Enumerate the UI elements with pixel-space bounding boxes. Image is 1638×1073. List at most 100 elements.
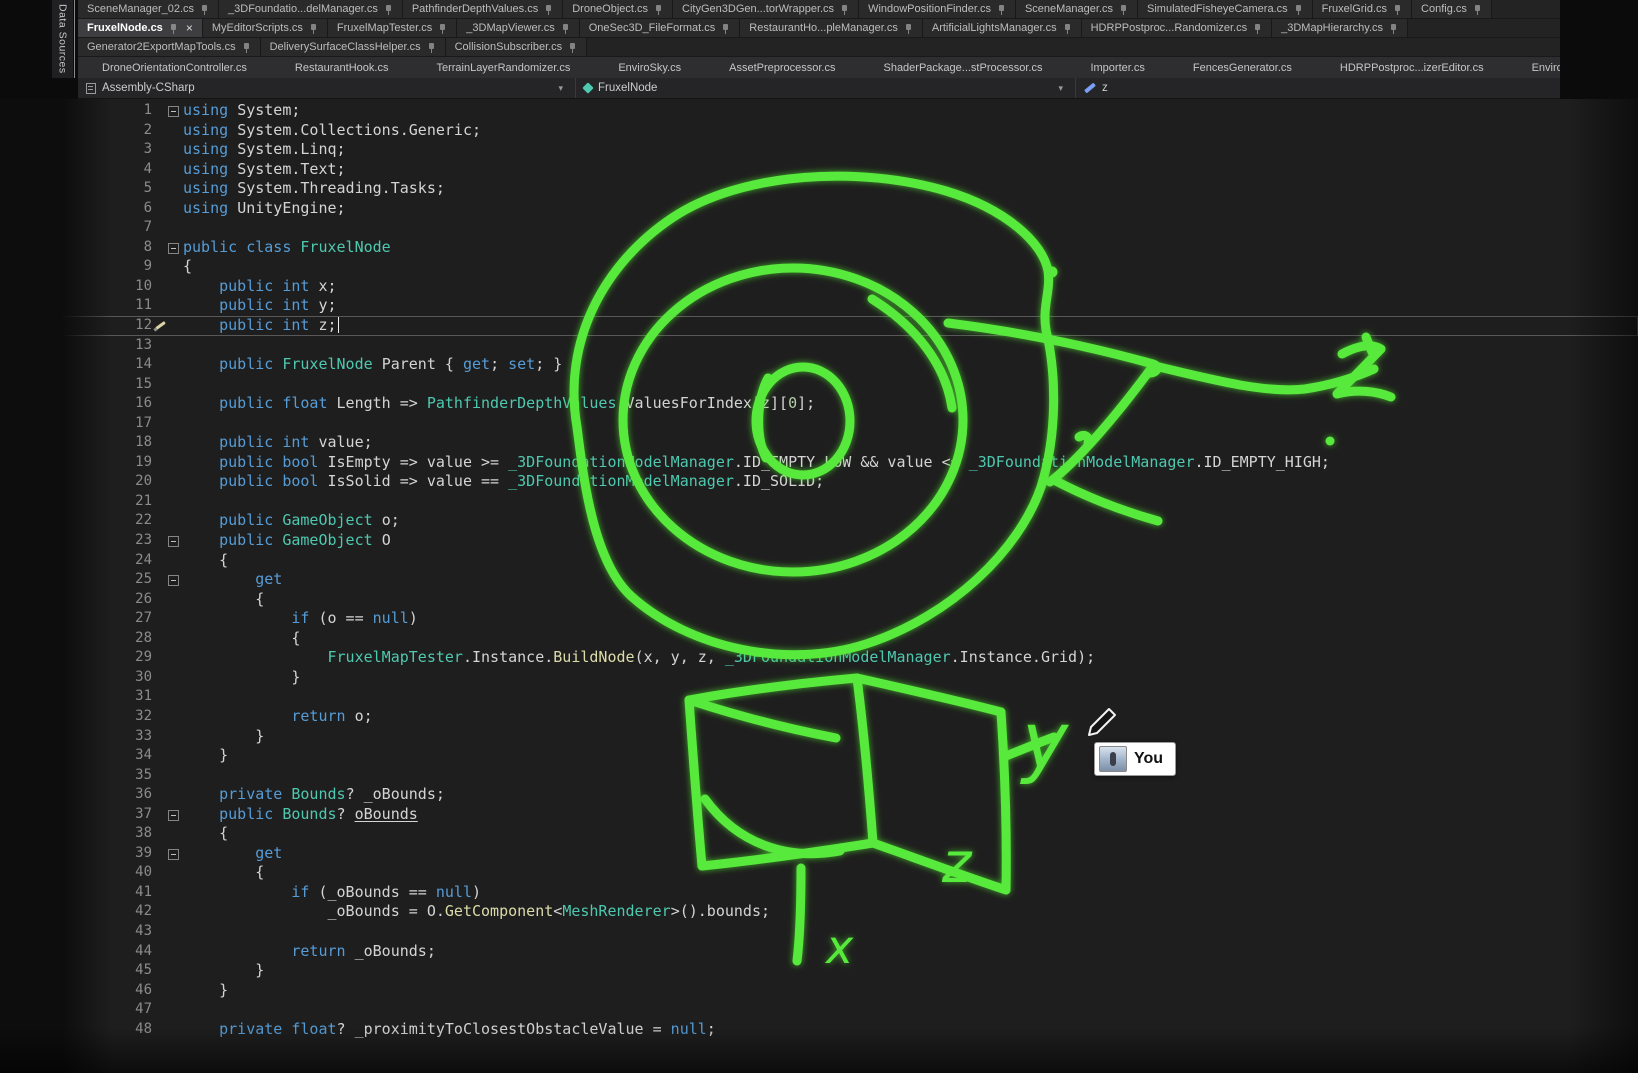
pin-icon[interactable] <box>1063 23 1072 34</box>
editor-tab[interactable]: EnviroSky.cs <box>594 57 705 78</box>
pin-icon[interactable] <box>997 4 1006 15</box>
code-editor[interactable]: 1using System;2using System.Collections.… <box>0 99 1638 1073</box>
editor-tab[interactable]: RestaurantHo...pleManager.cs <box>740 19 923 37</box>
editor-tab[interactable]: SceneManager.cs <box>1016 0 1138 18</box>
code-line[interactable]: 6using UnityEngine; <box>0 199 1638 219</box>
code-line[interactable]: 18 public int value; <box>0 433 1638 453</box>
code-line[interactable]: 7 <box>0 218 1638 238</box>
code-line[interactable]: 17 <box>0 414 1638 434</box>
code-line[interactable]: 23 public GameObject O <box>0 531 1638 551</box>
code-line[interactable]: 31 <box>0 687 1638 707</box>
editor-tab[interactable]: SceneManager_02.cs <box>78 0 219 18</box>
collapse-icon[interactable] <box>168 106 179 117</box>
code-line[interactable]: 9{ <box>0 257 1638 277</box>
pin-icon[interactable] <box>169 23 178 34</box>
pin-icon[interactable] <box>1389 23 1398 34</box>
pin-icon[interactable] <box>384 4 393 15</box>
editor-tab[interactable]: FruxelMapTester.cs <box>328 19 457 37</box>
code-line[interactable]: 39 get <box>0 844 1638 864</box>
code-line[interactable]: 8public class FruxelNode <box>0 238 1638 258</box>
editor-tab[interactable]: DeliverySurfaceClassHelper.cs <box>261 38 446 56</box>
data-sources-tab[interactable]: Data Sources <box>52 0 73 78</box>
editor-tab[interactable]: FencesGenerator.cs <box>1169 57 1316 78</box>
code-line[interactable]: 2using System.Collections.Generic; <box>0 121 1638 141</box>
code-line[interactable]: 40 { <box>0 863 1638 883</box>
chevron-down-icon[interactable]: ▾ <box>558 83 567 94</box>
pin-icon[interactable] <box>438 23 447 34</box>
collapse-icon[interactable] <box>168 849 179 860</box>
code-line[interactable]: 30 } <box>0 668 1638 688</box>
code-line[interactable]: 45 } <box>0 961 1638 981</box>
code-line[interactable]: 43 <box>0 922 1638 942</box>
close-icon[interactable]: × <box>184 22 193 34</box>
code-line[interactable]: 13 <box>0 336 1638 356</box>
editor-tab[interactable]: MyEditorScripts.cs <box>203 19 328 37</box>
pin-icon[interactable] <box>840 4 849 15</box>
editor-tab[interactable]: _3DMapHierarchy.cs <box>1272 19 1408 37</box>
pin-icon[interactable] <box>1253 23 1262 34</box>
editor-tab[interactable]: ArtificialLightsManager.cs <box>923 19 1082 37</box>
editor-tab[interactable]: PathfinderDepthValues.cs <box>403 0 563 18</box>
member-dropdown[interactable]: z <box>1076 78 1560 98</box>
code-line[interactable]: 14 public FruxelNode Parent { get; set; … <box>0 355 1638 375</box>
code-line[interactable]: 46 } <box>0 981 1638 1001</box>
collapse-icon[interactable] <box>168 575 179 586</box>
code-line[interactable]: 33 } <box>0 727 1638 747</box>
editor-tab-active[interactable]: FruxelNode.cs× <box>78 19 203 37</box>
code-line[interactable]: 19 public bool IsEmpty => value >= _3DFo… <box>0 453 1638 473</box>
collapse-icon[interactable] <box>168 243 179 254</box>
pin-icon[interactable] <box>1119 4 1128 15</box>
code-line[interactable]: 27 if (o == null) <box>0 609 1638 629</box>
code-line[interactable]: 26 { <box>0 590 1638 610</box>
pin-icon[interactable] <box>427 42 436 53</box>
editor-tab[interactable]: WindowPositionFinder.cs <box>859 0 1016 18</box>
code-line[interactable]: 3using System.Linq; <box>0 140 1638 160</box>
pin-icon[interactable] <box>309 23 318 34</box>
code-line[interactable]: 11 public int y; <box>0 296 1638 316</box>
editor-tab[interactable]: FruxelGrid.cs <box>1313 0 1412 18</box>
code-line[interactable]: 5using System.Threading.Tasks; <box>0 179 1638 199</box>
type-dropdown[interactable]: FruxelNode ▾ <box>576 78 1076 98</box>
editor-tab[interactable]: Config.cs <box>1412 0 1492 18</box>
pin-icon[interactable] <box>1473 4 1482 15</box>
pin-icon[interactable] <box>904 23 913 34</box>
editor-tab[interactable]: _3DFoundatio...delManager.cs <box>219 0 403 18</box>
chevron-down-icon[interactable]: ▾ <box>1058 83 1067 94</box>
pin-icon[interactable] <box>568 42 577 53</box>
collapse-icon[interactable] <box>168 536 179 547</box>
code-line[interactable]: 25 get <box>0 570 1638 590</box>
code-line[interactable]: 36 private Bounds? _oBounds; <box>0 785 1638 805</box>
pin-icon[interactable] <box>1393 4 1402 15</box>
editor-tab[interactable]: DroneObject.cs <box>563 0 673 18</box>
pin-icon[interactable] <box>1294 4 1303 15</box>
editor-tab[interactable]: SimulatedFisheyeCamera.cs <box>1138 0 1313 18</box>
editor-tab[interactable]: AssetPreprocessor.cs <box>705 57 859 78</box>
pin-icon[interactable] <box>200 4 209 15</box>
editor-tab[interactable]: EnviroSkyMgr.cs <box>1508 57 1560 78</box>
code-line[interactable]: 32 return o; <box>0 707 1638 727</box>
code-line[interactable]: 21 <box>0 492 1638 512</box>
pin-icon[interactable] <box>242 42 251 53</box>
code-line[interactable]: 28 { <box>0 629 1638 649</box>
pin-icon[interactable] <box>721 23 730 34</box>
code-line[interactable]: 35 <box>0 766 1638 786</box>
editor-tab[interactable]: HDRPPostproc...Randomizer.cs <box>1082 19 1273 37</box>
code-line[interactable]: 12 public int z; <box>0 316 1638 336</box>
code-line[interactable]: 20 public bool IsSolid => value == _3DFo… <box>0 472 1638 492</box>
editor-tab[interactable]: HDRPPostproc...izerEditor.cs <box>1316 57 1508 78</box>
code-line[interactable]: 47 <box>0 1000 1638 1020</box>
code-line[interactable]: 37 public Bounds? oBounds <box>0 805 1638 825</box>
editor-tab[interactable]: ShaderPackage...stProcessor.cs <box>859 57 1066 78</box>
code-line[interactable]: 42 _oBounds = O.GetComponent<MeshRendere… <box>0 902 1638 922</box>
editor-tab[interactable]: RestaurantHook.cs <box>271 57 413 78</box>
editor-tab[interactable]: DroneOrientationController.cs <box>78 57 271 78</box>
pin-icon[interactable] <box>544 4 553 15</box>
editor-tab[interactable]: CollisionSubscriber.cs <box>446 38 588 56</box>
code-line[interactable]: 34 } <box>0 746 1638 766</box>
code-line[interactable]: 4using System.Text; <box>0 160 1638 180</box>
code-line[interactable]: 1using System; <box>0 101 1638 121</box>
code-line[interactable]: 29 FruxelMapTester.Instance.BuildNode(x,… <box>0 648 1638 668</box>
collapse-icon[interactable] <box>168 810 179 821</box>
code-line[interactable]: 22 public GameObject o; <box>0 511 1638 531</box>
code-line[interactable]: 44 return _oBounds; <box>0 942 1638 962</box>
